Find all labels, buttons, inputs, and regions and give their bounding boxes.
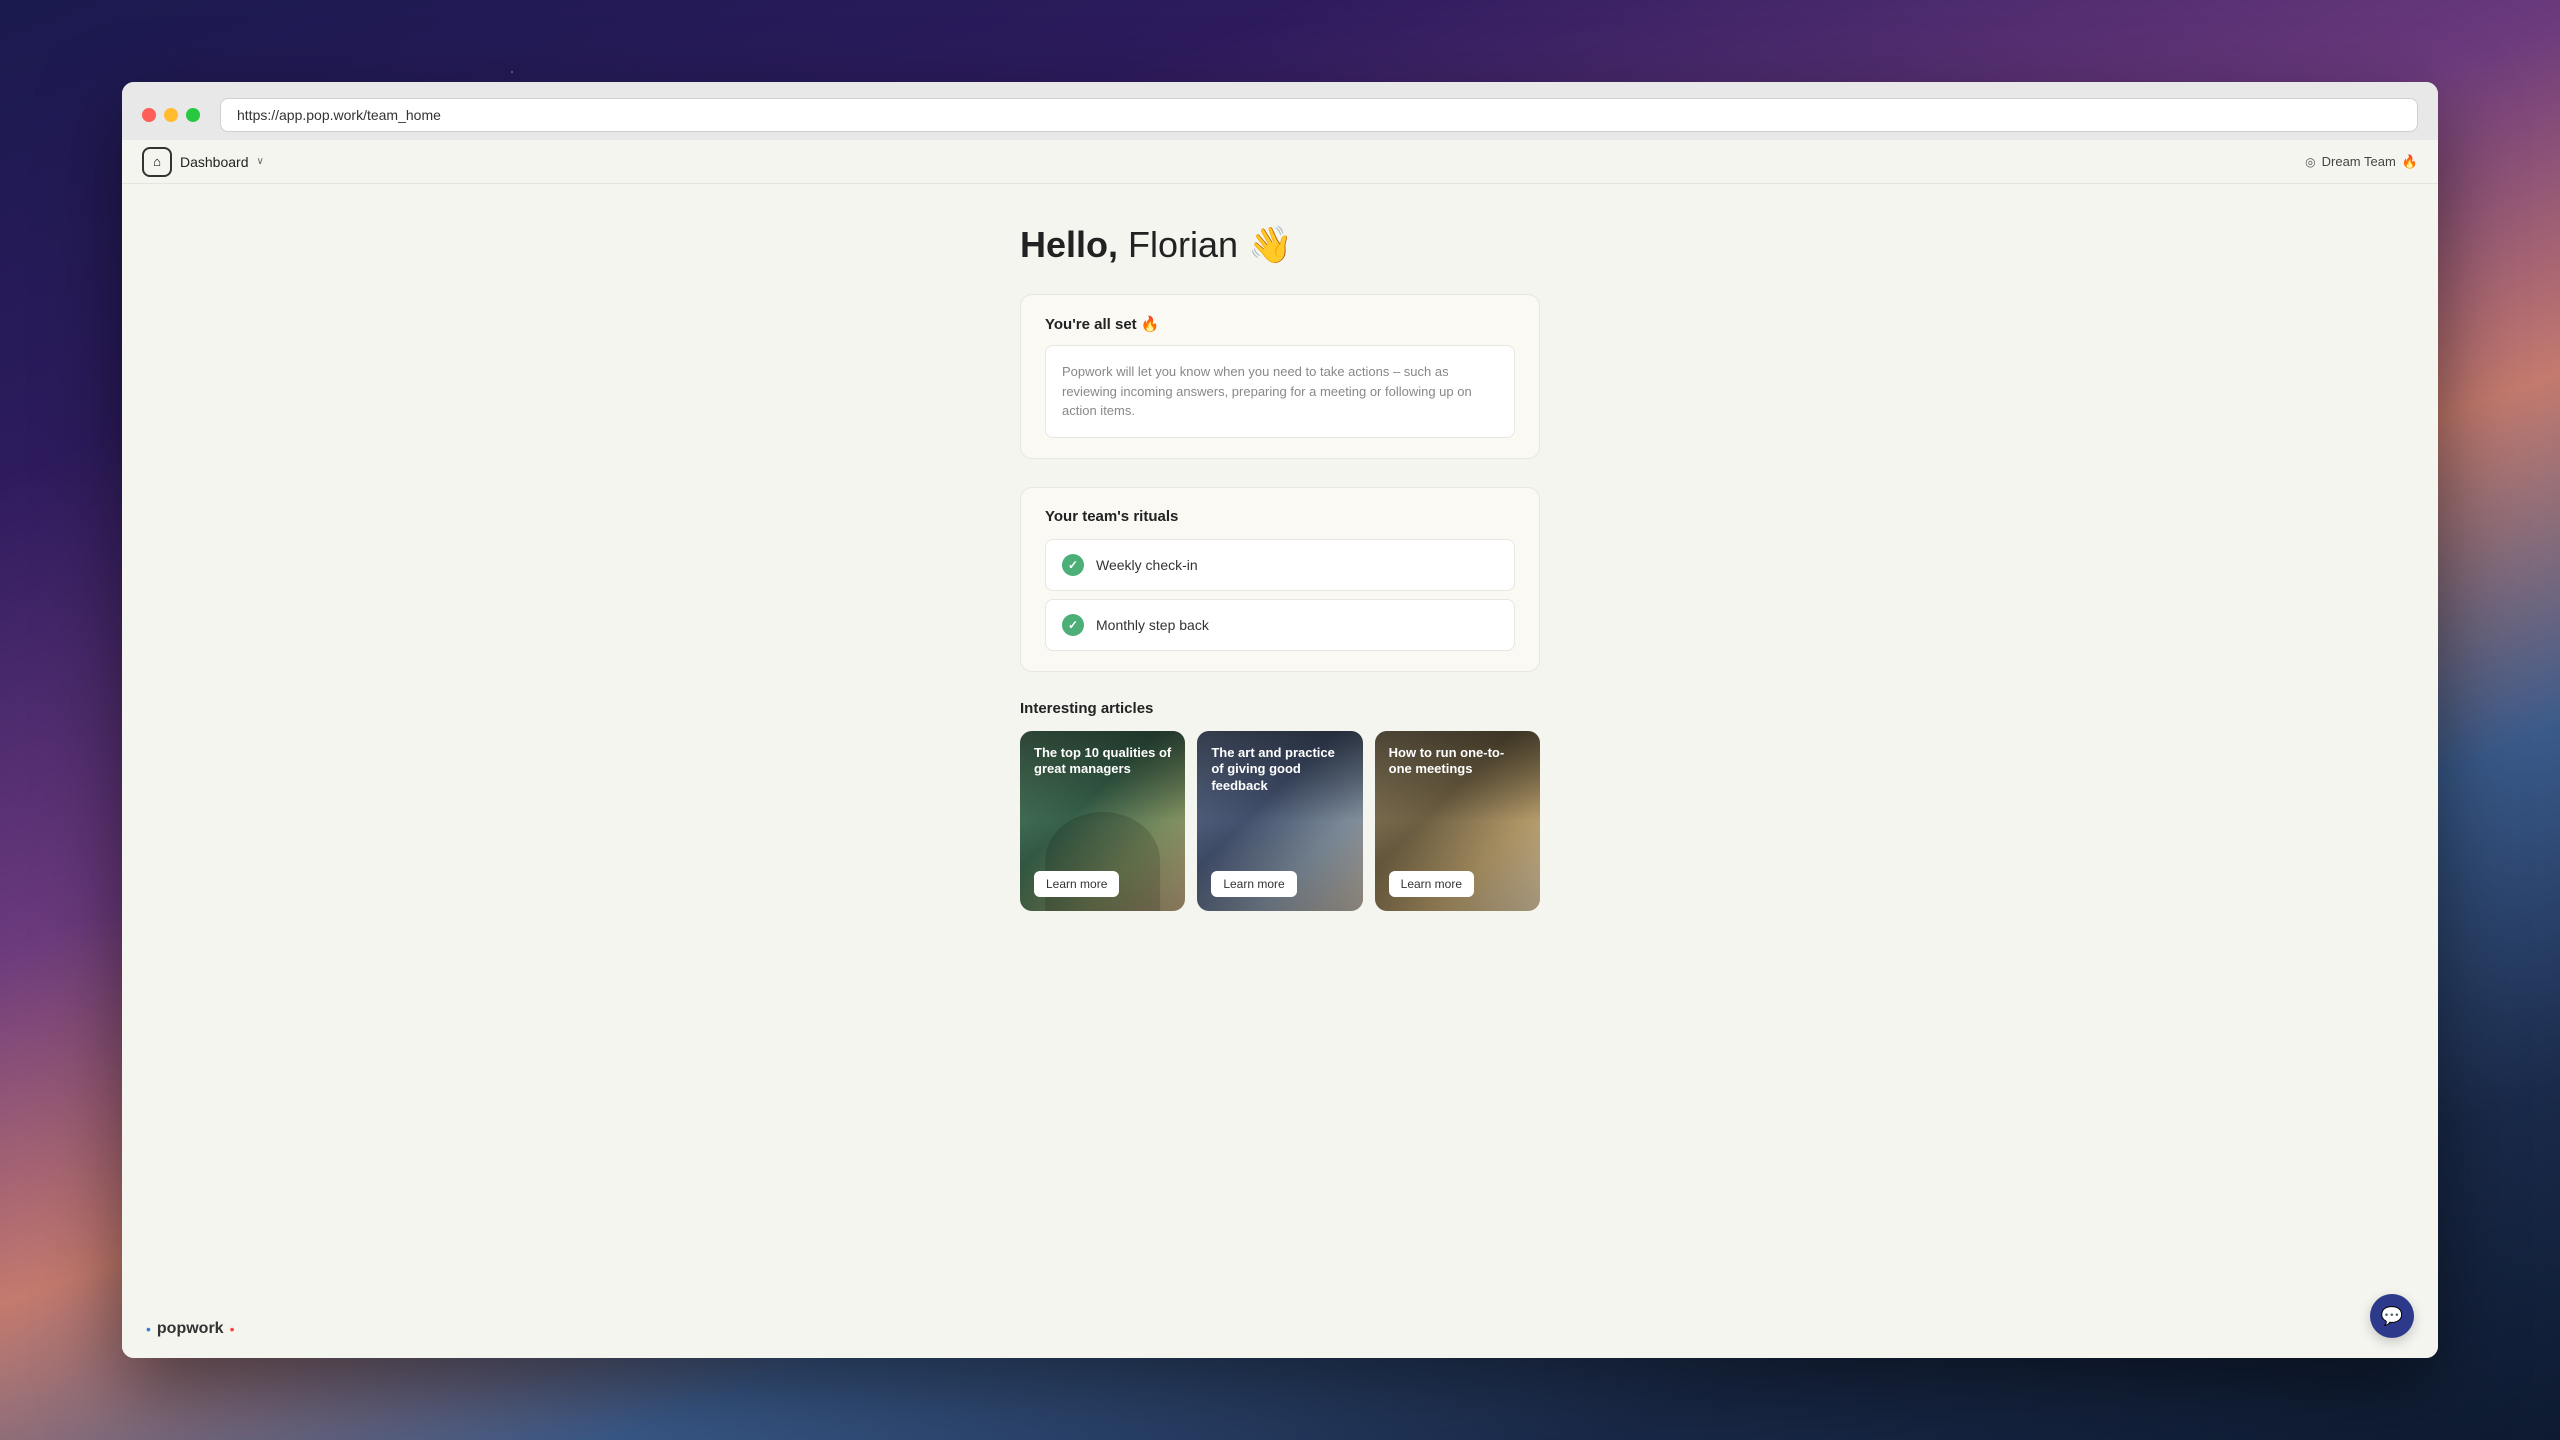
minimize-button[interactable] (164, 108, 178, 122)
all-set-section: You're all set 🔥 Popwork will let you kn… (1020, 294, 1540, 459)
team-name: Dream Team (2322, 154, 2396, 169)
top-nav: ⌂ Dashboard ∨ ◎ Dream Team 🔥 (122, 140, 2438, 184)
browser-chrome: https://app.pop.work/team_home (122, 82, 2438, 149)
article-card-1[interactable]: The top 10 qualities of great managers L… (1020, 731, 1185, 911)
article-title-1: The top 10 qualities of great managers (1034, 745, 1171, 779)
articles-section: Interesting articles The top 10 qualitie… (1020, 700, 1540, 911)
greeting-emoji: 👋 (1248, 224, 1293, 265)
logo-dot-right: • (230, 1321, 235, 1337)
ritual-label-monthly: Monthly step back (1096, 617, 1209, 633)
chat-icon: 💬 (2381, 1306, 2403, 1327)
check-mark-icon-2: ✓ (1068, 618, 1078, 632)
ritual-item-monthly[interactable]: ✓ Monthly step back (1045, 599, 1515, 651)
check-circle-weekly: ✓ (1062, 554, 1084, 576)
article-title-2: The art and practice of giving good feed… (1211, 745, 1348, 796)
rituals-section: Your team's rituals ✓ Weekly check-in ✓ … (1020, 487, 1540, 672)
close-button[interactable] (142, 108, 156, 122)
dashboard-nav-label[interactable]: Dashboard (180, 154, 249, 170)
maximize-button[interactable] (186, 108, 200, 122)
article-content-1: The top 10 qualities of great managers L… (1020, 731, 1185, 911)
learn-more-button-3[interactable]: Learn more (1389, 871, 1474, 897)
team-icon: ◎ (2305, 155, 2315, 169)
learn-more-button-2[interactable]: Learn more (1211, 871, 1296, 897)
articles-grid: The top 10 qualities of great managers L… (1020, 731, 1540, 911)
home-icon-button[interactable]: ⌂ (142, 147, 172, 177)
content-wrapper: Hello, Florian 👋 You're all set 🔥 Popwor… (1020, 184, 1540, 1358)
browser-window: https://app.pop.work/team_home ⌂ Dashboa… (122, 82, 2438, 1358)
greeting-heading: Hello, Florian 👋 (1020, 224, 1540, 266)
chat-button[interactable]: 💬 (2370, 1294, 2414, 1338)
all-set-body: Popwork will let you know when you need … (1045, 345, 1515, 438)
learn-more-button-1[interactable]: Learn more (1034, 871, 1119, 897)
ritual-label-weekly: Weekly check-in (1096, 557, 1198, 573)
article-title-3: How to run one-to-one meetings (1389, 745, 1526, 779)
nav-right: ◎ Dream Team 🔥 (2305, 154, 2418, 170)
greeting-bold: Hello, (1020, 224, 1118, 265)
article-content-3: How to run one-to-one meetings Learn mor… (1375, 731, 1540, 911)
check-mark-icon: ✓ (1068, 558, 1078, 572)
article-card-3[interactable]: How to run one-to-one meetings Learn mor… (1375, 731, 1540, 911)
logo-text: popwork (157, 1320, 224, 1338)
greeting-name: Florian (1118, 224, 1238, 265)
address-bar[interactable]: https://app.pop.work/team_home (220, 98, 2418, 132)
check-circle-monthly: ✓ (1062, 614, 1084, 636)
home-icon: ⌂ (153, 154, 161, 169)
rituals-title: Your team's rituals (1045, 508, 1515, 525)
traffic-lights (142, 108, 200, 122)
team-fire-icon: 🔥 (2402, 154, 2418, 170)
nav-left: ⌂ Dashboard ∨ (142, 147, 264, 177)
main-content: Hello, Florian 👋 You're all set 🔥 Popwor… (122, 184, 2438, 1358)
ritual-item-weekly[interactable]: ✓ Weekly check-in (1045, 539, 1515, 591)
logo-dot-left: • (146, 1321, 151, 1337)
all-set-title: You're all set 🔥 (1045, 315, 1515, 333)
articles-title: Interesting articles (1020, 700, 1540, 717)
article-card-2[interactable]: The art and practice of giving good feed… (1197, 731, 1362, 911)
chevron-down-icon[interactable]: ∨ (257, 156, 264, 167)
bottom-logo: • popwork • (146, 1320, 234, 1338)
article-content-2: The art and practice of giving good feed… (1197, 731, 1362, 911)
